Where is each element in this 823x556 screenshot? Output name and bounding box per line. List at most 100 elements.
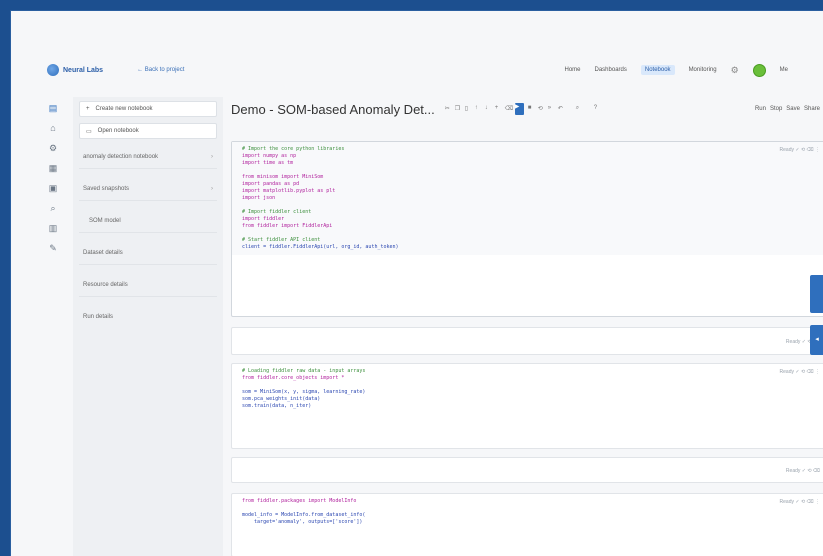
code-cell[interactable]: Ready ✓ ⟲ ⌫ — [231, 457, 823, 483]
folder-icon: ▭ — [86, 128, 92, 135]
nav-monitoring[interactable]: Monitoring — [689, 67, 717, 73]
run-icon[interactable]: ▶ — [514, 103, 524, 115]
search-icon[interactable]: ⌕ — [48, 203, 58, 213]
sidebar-item-dataset[interactable]: Dataset details — [79, 241, 217, 265]
code-line: # Start fiddler API client — [242, 237, 321, 243]
cell-code[interactable]: from fiddler.packages import ModelInfo mo… — [232, 494, 823, 530]
delete-icon[interactable]: ⌫ — [505, 105, 513, 113]
chevron-right-icon: › — [211, 153, 213, 160]
grid-icon[interactable]: ▣ — [48, 183, 58, 193]
code-line: import time as tm — [242, 160, 294, 166]
nav-dashboards[interactable]: Dashboards — [595, 67, 627, 73]
restart-icon[interactable]: ⟲ — [538, 105, 544, 113]
sidebar-item-som-model[interactable]: SOM model — [79, 209, 217, 233]
code-cell[interactable]: Ready ✓ ⟲ ⌫ ⋮ # Import the core python l… — [231, 141, 823, 317]
run-button[interactable]: Run — [755, 106, 766, 112]
table-icon[interactable]: ▦ — [48, 163, 58, 173]
create-notebook-button[interactable]: + Create new notebook — [79, 101, 217, 117]
logo-icon — [47, 64, 59, 76]
code-cell[interactable]: Ready ✓ ⟲ ⌫ ⋮ from fiddler.packages impo… — [231, 493, 823, 556]
stop-button[interactable]: Stop — [770, 106, 782, 112]
move-up-icon[interactable]: ↑ — [475, 105, 481, 113]
code-line: client = fiddler.FiddlerApi(url, org_id,… — [242, 244, 399, 250]
nav-home[interactable]: Home — [565, 67, 581, 73]
code-line: som = MiniSom(x, y, sigma, learning_rate… — [242, 389, 366, 395]
save-button[interactable]: Save — [786, 106, 800, 112]
sidebar-item-notebook[interactable]: anomaly detection notebook › — [79, 145, 217, 169]
copy-icon[interactable]: ❐ — [455, 105, 461, 113]
code-line: from fiddler import FiddlerApi — [242, 223, 333, 229]
stop-icon[interactable]: ■ — [528, 105, 534, 113]
help-icon[interactable]: ? — [594, 105, 600, 113]
chevron-left-icon: ◂ — [815, 336, 819, 343]
home-icon[interactable]: ⌂ — [48, 123, 58, 133]
brand-name: Neural Labs — [63, 66, 104, 74]
sidebar: + Create new notebook ▭ Open notebook an… — [73, 97, 223, 556]
cell-status[interactable]: Ready ✓ ⟲ ⌫ ⋮ — [780, 369, 820, 375]
code-cell[interactable]: Ready ✓ ⟲ ⌫ — [231, 327, 823, 355]
gear-icon[interactable]: ⚙ — [731, 65, 739, 76]
notebook-actions: Run Stop Save Share — [755, 106, 820, 112]
back-to-project-link[interactable]: ← Back to project — [137, 67, 184, 73]
notebook-header: Demo - SOM-based Anomaly Det... ✂ ❐ ▯ ↑ … — [227, 97, 823, 121]
settings-icon[interactable]: ⚙ — [48, 143, 58, 153]
fast-forward-icon[interactable]: » — [548, 105, 554, 113]
code-line: from fiddler.core_objects import * — [242, 375, 345, 381]
notebook-main: Demo - SOM-based Anomaly Det... ✂ ❐ ▯ ↑ … — [227, 97, 823, 556]
app-window: Neural Labs ← Back to project Home Dashb… — [10, 10, 823, 556]
files-icon[interactable]: ▤ — [48, 103, 58, 113]
sidebar-item-run[interactable]: Run details — [79, 305, 217, 329]
code-line: som.train(data, n_iter) — [242, 403, 312, 409]
code-line: from minisom import MiniSom — [242, 174, 324, 180]
nav-notebook[interactable]: Notebook — [640, 65, 675, 75]
code-line: import matplotlib.pyplot as plt — [242, 188, 336, 194]
icon-rail: ▤ ⌂ ⚙ ▦ ▣ ⌕ ▥ ✎ — [43, 97, 63, 556]
code-line: import numpy as np — [242, 153, 297, 159]
avatar[interactable] — [752, 63, 766, 77]
notebook-toolbar: ✂ ❐ ▯ ↑ ↓ + ⌫ ▶ ■ ⟲ » ↶ ⌕ ? — [445, 103, 600, 115]
paste-icon[interactable]: ▯ — [465, 105, 471, 113]
share-button[interactable]: Share — [804, 106, 820, 112]
brand[interactable]: Neural Labs — [47, 64, 103, 76]
code-line: # Import the core python libraries — [242, 146, 345, 152]
code-line: import pandas as pd — [242, 181, 300, 187]
side-panel-tab[interactable] — [810, 275, 823, 313]
cell-code[interactable]: # Loading fiddler raw data - input array… — [232, 364, 823, 414]
user-menu[interactable]: Me — [780, 67, 788, 73]
cell-code[interactable]: # Import the core python libraries import… — [232, 142, 823, 255]
cell-code[interactable] — [232, 458, 823, 466]
code-line: # Loading fiddler raw data - input array… — [242, 368, 366, 374]
side-panel-toggle[interactable]: ◂ — [810, 325, 823, 355]
cell-status[interactable]: Ready ✓ ⟲ ⌫ — [786, 468, 820, 474]
cell-code[interactable] — [232, 328, 823, 336]
undo-icon[interactable]: ↶ — [558, 105, 564, 113]
code-line: model_info = ModelInfo.from_dataset_info… — [242, 512, 366, 518]
code-line: som.pca_weights_init(data) — [242, 396, 321, 402]
trash-icon[interactable]: ▥ — [48, 223, 58, 233]
code-line: import json — [242, 195, 276, 201]
pen-icon[interactable]: ✎ — [48, 243, 58, 253]
chevron-right-icon: › — [211, 185, 213, 192]
plus-icon: + — [86, 106, 90, 112]
top-nav: Home Dashboards Notebook Monitoring ⚙ Me — [565, 63, 788, 77]
sidebar-item-snapshots[interactable]: Saved snapshots › — [79, 177, 217, 201]
code-line: target='anomaly', outputs=['score']) — [242, 519, 363, 525]
code-line: from fiddler.packages import ModelInfo — [242, 498, 357, 504]
cell-status[interactable]: Ready ✓ ⟲ ⌫ ⋮ — [780, 499, 820, 505]
code-line: # Import fiddler client — [242, 209, 312, 215]
open-notebook-button[interactable]: ▭ Open notebook — [79, 123, 217, 139]
code-cell[interactable]: Ready ✓ ⟲ ⌫ ⋮ # Loading fiddler raw data… — [231, 363, 823, 449]
add-icon[interactable]: + — [495, 105, 501, 113]
sidebar-item-resource[interactable]: Resource details — [79, 273, 217, 297]
cell-status[interactable]: Ready ✓ ⟲ ⌫ ⋮ — [780, 147, 820, 153]
search-icon[interactable]: ⌕ — [576, 105, 582, 113]
top-bar: Neural Labs ← Back to project Home Dashb… — [11, 61, 823, 79]
notebook-title[interactable]: Demo - SOM-based Anomaly Det... — [231, 102, 435, 117]
move-down-icon[interactable]: ↓ — [485, 105, 491, 113]
cut-icon[interactable]: ✂ — [445, 105, 451, 113]
